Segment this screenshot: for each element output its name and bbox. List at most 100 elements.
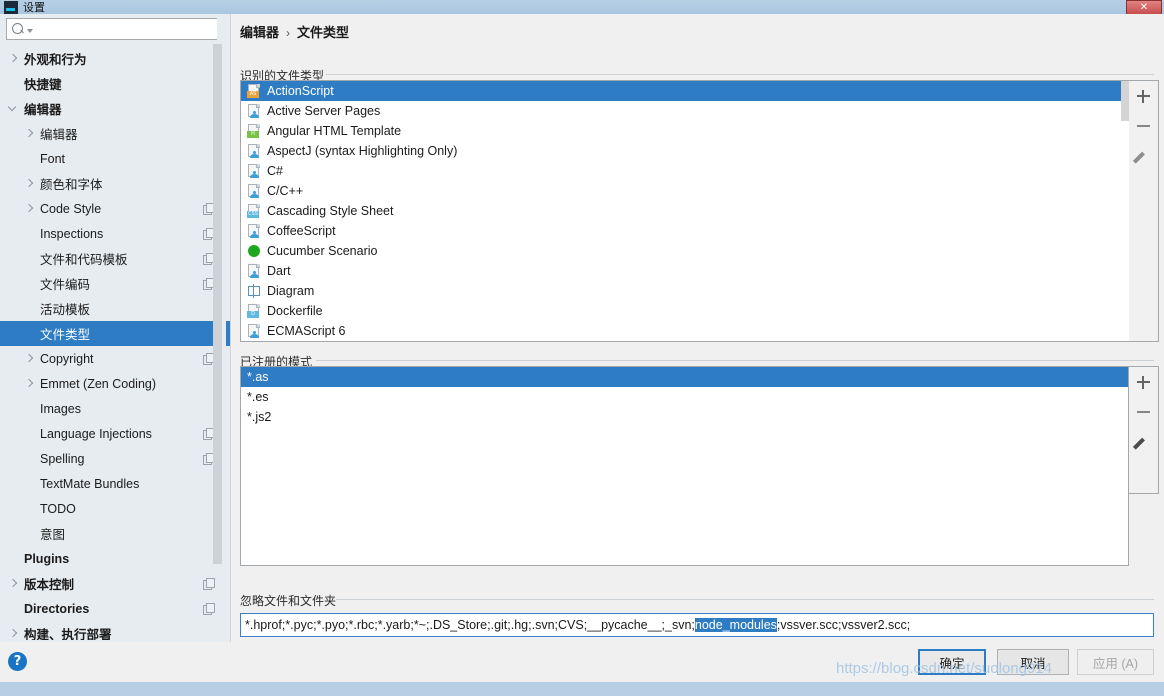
sidebar-item-label: Emmet (Zen Coding) bbox=[40, 376, 157, 391]
ft-scrollbar-thumb[interactable] bbox=[1121, 81, 1129, 121]
sidebar-item-8[interactable]: 文件和代码模板 bbox=[0, 246, 230, 271]
sidebar-item-2[interactable]: 编辑器 bbox=[0, 96, 230, 121]
file-type-row[interactable]: Diagram bbox=[241, 281, 1128, 301]
sidebar-item-label: 活动模板 bbox=[40, 303, 91, 317]
sidebar-item-14[interactable]: Images bbox=[0, 396, 230, 421]
ignore-group-line bbox=[336, 599, 1154, 600]
chevron-right-icon[interactable] bbox=[8, 629, 18, 639]
sidebar-item-19[interactable]: 意图 bbox=[0, 521, 230, 546]
patterns-toolbar bbox=[1129, 366, 1159, 494]
remove-pattern-button[interactable] bbox=[1129, 397, 1157, 427]
sidebar-item-12[interactable]: Copyright bbox=[0, 346, 230, 371]
remove-file-type-button[interactable] bbox=[1129, 111, 1157, 141]
chevron-right-icon[interactable] bbox=[24, 379, 34, 389]
file-person-icon bbox=[247, 104, 261, 118]
sidebar-item-17[interactable]: TextMate Bundles bbox=[0, 471, 230, 496]
chevron-down-icon[interactable] bbox=[8, 104, 18, 114]
file-person-icon bbox=[247, 184, 261, 198]
edit-file-type-button[interactable] bbox=[1129, 141, 1157, 171]
file-type-label: Cucumber Scenario bbox=[267, 244, 378, 258]
registered-patterns-list[interactable]: *.as *.es *.js2 bbox=[241, 367, 1128, 427]
file-type-label: Cascading Style Sheet bbox=[267, 204, 394, 218]
registered-patterns-panel[interactable]: *.as *.es *.js2 bbox=[240, 366, 1129, 566]
sidebar-item-1[interactable]: 快捷键 bbox=[0, 71, 230, 96]
file-type-label: Angular HTML Template bbox=[267, 124, 402, 138]
file-type-row[interactable]: H Angular HTML Template bbox=[241, 121, 1128, 141]
file-type-row[interactable]: CoffeeScript bbox=[241, 221, 1128, 241]
file-type-row[interactable]: AspectJ (syntax Highlighting Only) bbox=[241, 141, 1128, 161]
sidebar-item-label: Images bbox=[40, 401, 81, 416]
sidebar-scrollbar-track[interactable] bbox=[213, 14, 226, 642]
sidebar-item-label: 颜色和字体 bbox=[40, 178, 103, 192]
settings-dialog: 设置 ✕ 外观和行为 快捷键 编辑器 编辑器 Font 颜色和字体 Code Style In… bbox=[0, 0, 1164, 696]
close-icon[interactable]: ✕ bbox=[1126, 0, 1162, 15]
sidebar-item-20[interactable]: Plugins bbox=[0, 546, 230, 571]
settings-tree[interactable]: 外观和行为快捷键编辑器 编辑器 Font 颜色和字体 Code Style Inspect… bbox=[0, 46, 230, 640]
file-type-row[interactable]: Cucumber Scenario bbox=[241, 241, 1128, 261]
chevron-right-icon[interactable] bbox=[24, 179, 34, 189]
breadcrumb-parent[interactable]: 编辑器 bbox=[240, 25, 279, 40]
ignore-files-input[interactable]: *.hprof;*.pyc;*.pyo;*.rbc;*.yarb;*~;.DS_… bbox=[240, 613, 1154, 637]
breadcrumb: 编辑器 › 文件类型 bbox=[240, 22, 349, 41]
sidebar-item-label: 快捷键 bbox=[24, 78, 62, 92]
add-pattern-button[interactable] bbox=[1129, 367, 1157, 397]
file-person-icon bbox=[247, 164, 261, 178]
sidebar-item-7[interactable]: Inspections bbox=[0, 221, 230, 246]
sidebar-item-6[interactable]: Code Style bbox=[0, 196, 230, 221]
sidebar-item-23[interactable]: 构建、执行部署 bbox=[0, 621, 230, 640]
sidebar-item-15[interactable]: Language Injections bbox=[0, 421, 230, 446]
dialog-body: 外观和行为 快捷键 编辑器 编辑器 Font 颜色和字体 Code Style Inspect… bbox=[0, 14, 1164, 682]
sidebar-item-0[interactable]: 外观和行为 bbox=[0, 46, 230, 71]
search-input[interactable] bbox=[33, 20, 223, 38]
add-file-type-button[interactable] bbox=[1129, 81, 1157, 111]
file-type-row[interactable]: ECMAScript 6 bbox=[241, 321, 1128, 341]
pattern-row[interactable]: *.js2 bbox=[241, 407, 1128, 427]
pattern-row[interactable]: *.es bbox=[241, 387, 1128, 407]
file-type-row[interactable]: AS ActionScript bbox=[241, 81, 1128, 101]
sidebar-item-21[interactable]: 版本控制 bbox=[0, 571, 230, 596]
sidebar-item-3[interactable]: 编辑器 bbox=[0, 121, 230, 146]
file-type-label: Dart bbox=[267, 264, 291, 278]
edit-pattern-button[interactable] bbox=[1129, 427, 1157, 457]
apply-button: 应用 (A) bbox=[1077, 649, 1154, 675]
chevron-right-icon[interactable] bbox=[8, 54, 18, 64]
sidebar-item-10[interactable]: 活动模板 bbox=[0, 296, 230, 321]
cancel-button[interactable]: 取消 bbox=[997, 649, 1069, 675]
recognized-file-types-panel[interactable]: AS ActionScript Active Server Pages H Angula… bbox=[240, 80, 1129, 342]
sidebar-scrollbar-thumb[interactable] bbox=[213, 44, 222, 564]
ok-button[interactable]: 确定 bbox=[918, 649, 986, 675]
chevron-right-icon[interactable] bbox=[24, 354, 34, 364]
file-type-row[interactable]: CSS Cascading Style Sheet bbox=[241, 201, 1128, 221]
sidebar-item-9[interactable]: 文件编码 bbox=[0, 271, 230, 296]
file-dart-icon bbox=[247, 264, 261, 278]
sidebar-item-5[interactable]: 颜色和字体 bbox=[0, 171, 230, 196]
file-as-icon: AS bbox=[247, 84, 261, 98]
file-type-label: ECMAScript 6 bbox=[267, 324, 346, 338]
chevron-right-icon[interactable] bbox=[8, 579, 18, 589]
recognized-file-types-list[interactable]: AS ActionScript Active Server Pages H Angula… bbox=[241, 81, 1128, 341]
sidebar-item-label: Font bbox=[40, 151, 66, 166]
sidebar-item-13[interactable]: Emmet (Zen Coding) bbox=[0, 371, 230, 396]
file-type-row[interactable]: D Dockerfile bbox=[241, 301, 1128, 321]
copy-icon bbox=[203, 603, 215, 615]
sidebar-item-22[interactable]: Directories bbox=[0, 596, 230, 621]
search-box[interactable] bbox=[6, 18, 224, 40]
sidebar-item-16[interactable]: Spelling bbox=[0, 446, 230, 471]
sidebar-item-4[interactable]: Font bbox=[0, 146, 230, 171]
sidebar-item-label: Copyright bbox=[40, 351, 94, 366]
ft-scrollbar-track[interactable] bbox=[1121, 81, 1129, 341]
chevron-right-icon[interactable] bbox=[24, 204, 34, 214]
file-type-row[interactable]: C/C++ bbox=[241, 181, 1128, 201]
sidebar-item-11[interactable]: 文件类型 bbox=[0, 321, 230, 346]
sidebar-item-label: 文件和代码模板 bbox=[40, 253, 128, 267]
file-type-label: C/C++ bbox=[267, 184, 304, 198]
help-icon[interactable]: ? bbox=[8, 652, 27, 671]
file-type-row[interactable]: C# bbox=[241, 161, 1128, 181]
chevron-right-icon[interactable] bbox=[24, 129, 34, 139]
pattern-row[interactable]: *.as bbox=[241, 367, 1128, 387]
window-title-bar: 设置 ✕ bbox=[0, 0, 1164, 15]
sidebar-item-18[interactable]: TODO bbox=[0, 496, 230, 521]
ignore-value-before: *.hprof;*.pyc;*.pyo;*.rbc;*.yarb;*~;.DS_… bbox=[245, 618, 695, 632]
file-type-row[interactable]: Active Server Pages bbox=[241, 101, 1128, 121]
file-type-row[interactable]: Dart bbox=[241, 261, 1128, 281]
